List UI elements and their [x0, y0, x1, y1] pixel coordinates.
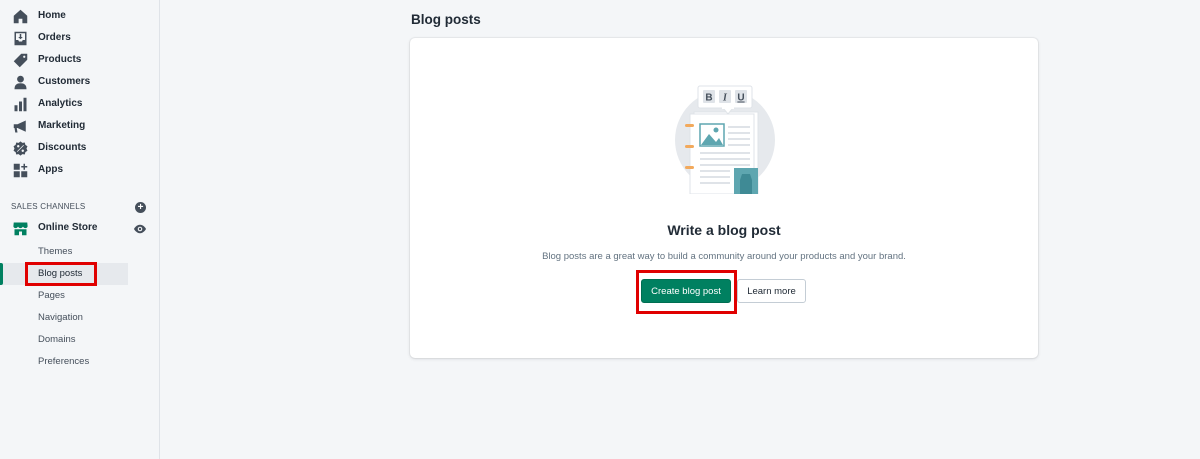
person-icon: [13, 75, 28, 90]
sidebar-item-analytics[interactable]: Analytics: [0, 94, 160, 116]
sidebar-subitem-themes[interactable]: Themes: [0, 241, 128, 263]
active-indicator: [0, 263, 3, 285]
add-sales-channel-icon[interactable]: +: [135, 202, 146, 213]
empty-state-description: Blog posts are a great way to build a co…: [542, 251, 906, 262]
sidebar-item-label: Online Store: [38, 222, 98, 233]
sidebar-item-customers[interactable]: Customers: [0, 72, 160, 94]
sales-channels-heading: SALES CHANNELS: [11, 202, 86, 211]
sidebar-item-label: Analytics: [38, 98, 83, 109]
bar-chart-icon: [13, 97, 28, 112]
sidebar-item-orders[interactable]: Orders: [0, 28, 160, 50]
sidebar-item-home[interactable]: Home: [0, 6, 160, 28]
tag-icon: [13, 53, 28, 68]
sidebar-item-label: Discounts: [38, 142, 87, 153]
page-title: Blog posts: [411, 12, 481, 27]
sidebar-item-label: Marketing: [38, 120, 86, 131]
sidebar-subitem-label: Domains: [38, 334, 76, 345]
megaphone-icon: [13, 119, 28, 134]
sidebar-item-discounts[interactable]: Discounts: [0, 138, 160, 160]
sidebar-subitem-blog-posts[interactable]: Blog posts: [0, 263, 128, 285]
sidebar-item-label: Customers: [38, 76, 91, 87]
sidebar-item-label: Orders: [38, 32, 71, 43]
sidebar-subitem-label: Pages: [38, 290, 65, 301]
sidebar-subitem-label: Themes: [38, 246, 73, 257]
sidebar-subitem-preferences[interactable]: Preferences: [0, 351, 128, 373]
orders-icon: [13, 31, 28, 46]
apps-icon: [13, 163, 28, 178]
sidebar-subitem-label: Blog posts: [38, 268, 83, 279]
sidebar-item-products[interactable]: Products: [0, 50, 160, 72]
bold-toolbar-label: B: [705, 93, 712, 104]
eye-icon[interactable]: [134, 224, 146, 234]
blog-post-illustration: B I U: [675, 85, 775, 194]
sidebar-subitem-pages[interactable]: Pages: [0, 285, 128, 307]
sidebar-item-marketing[interactable]: Marketing: [0, 116, 160, 138]
underline-toolbar-label: U: [737, 93, 744, 104]
sidebar-item-label: Home: [38, 10, 66, 21]
sidebar-item-apps[interactable]: Apps: [0, 160, 160, 182]
sidebar-item-label: Products: [38, 54, 82, 65]
home-icon: [13, 9, 28, 24]
discount-icon: [13, 141, 28, 156]
empty-state-card: B I U Write a blog post Blog posts are a…: [410, 38, 1038, 358]
empty-state-heading: Write a blog post: [667, 222, 781, 238]
learn-more-button[interactable]: Learn more: [737, 279, 806, 303]
sidebar-subitem-domains[interactable]: Domains: [0, 329, 128, 351]
sidebar-subitem-navigation[interactable]: Navigation: [0, 307, 128, 329]
sidebar-item-label: Apps: [38, 164, 63, 175]
sidebar: Home Orders Products Customers Analytics…: [0, 0, 160, 459]
sidebar-subitem-label: Navigation: [38, 312, 83, 323]
sidebar-subitem-label: Preferences: [38, 356, 90, 367]
create-blog-post-button[interactable]: Create blog post: [641, 279, 731, 303]
store-icon: [13, 221, 28, 236]
